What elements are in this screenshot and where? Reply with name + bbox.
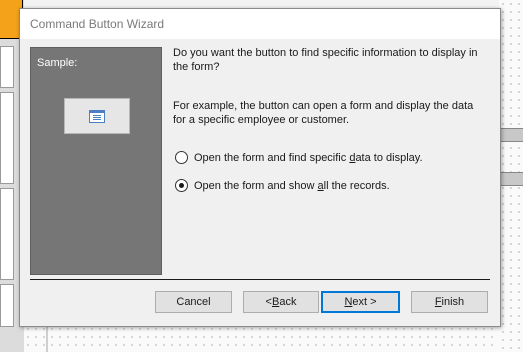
wizard-example-text: For example, the button can open a form …: [173, 100, 474, 126]
background-section: [0, 46, 14, 88]
radio-button[interactable]: [175, 151, 188, 164]
background-section: [0, 284, 14, 327]
window-title: Command Button Wizard: [30, 17, 165, 31]
form-icon: [89, 110, 105, 123]
finish-button[interactable]: Finish: [411, 291, 488, 313]
divider: [30, 279, 490, 280]
option-label: Open the form and show all the records.: [194, 179, 390, 192]
option-find-specific-data[interactable]: Open the form and find specific data to …: [175, 151, 423, 164]
background-section: [0, 188, 14, 280]
back-button[interactable]: < Back: [243, 291, 319, 313]
sample-label: Sample:: [37, 57, 78, 69]
sample-button-preview: [64, 98, 130, 134]
title-bar[interactable]: Command Button Wizard: [20, 9, 500, 39]
radio-button-selected[interactable]: [175, 179, 188, 192]
background-section: [0, 92, 14, 184]
option-label: Open the form and find specific data to …: [194, 151, 423, 164]
command-button-wizard-dialog: Command Button Wizard Sample: Do you wan…: [19, 8, 501, 327]
cancel-button[interactable]: Cancel: [155, 291, 232, 313]
background-design-grid-bottom: [24, 325, 499, 352]
wizard-question: Do you want the button to find specific …: [173, 47, 478, 73]
background-section-bar: [499, 172, 523, 186]
background-section-bar: [499, 128, 523, 142]
next-button[interactable]: Next >: [321, 291, 400, 313]
sample-preview-panel: Sample:: [30, 47, 162, 275]
background-vertical-bar: [46, 325, 48, 352]
option-show-all-records[interactable]: Open the form and show all the records.: [175, 179, 390, 192]
